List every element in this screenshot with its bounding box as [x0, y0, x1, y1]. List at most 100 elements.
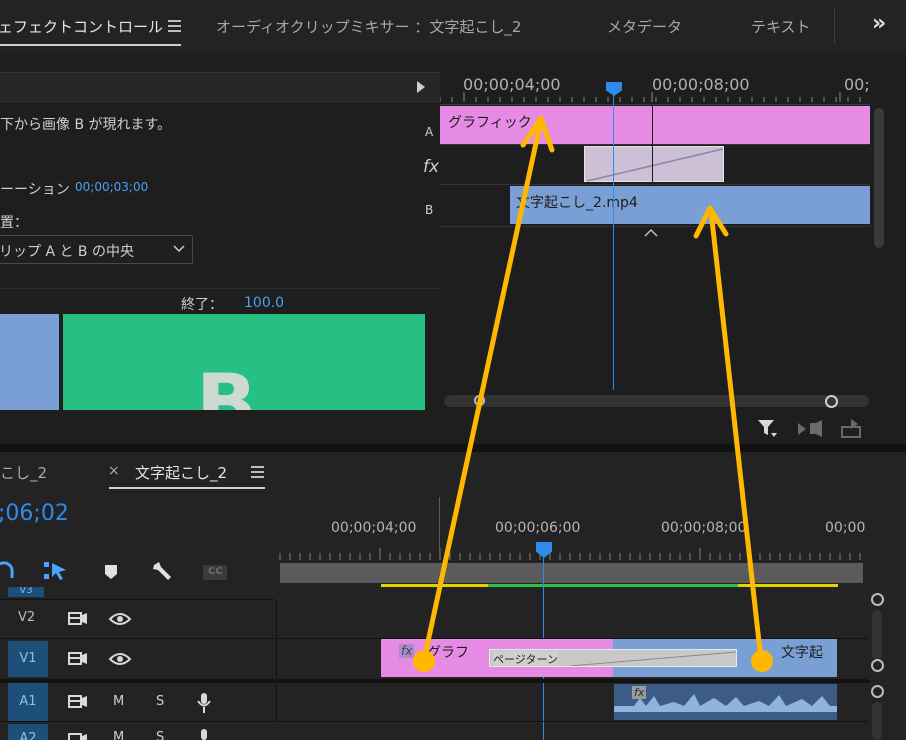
- duration-value[interactable]: 00;00;03;00: [75, 180, 148, 194]
- toggle-sync-lock-icon[interactable]: [68, 694, 88, 710]
- linked-selection-icon[interactable]: [43, 560, 69, 582]
- render-bar-yellow: [381, 584, 488, 587]
- ruler-ticks: [279, 548, 861, 560]
- expand-arrow-icon[interactable]: [417, 81, 425, 93]
- effect-controls-panel: 下から画像 B が現れます。 ーーション 00;00;03;00 置： リップ …: [0, 52, 906, 444]
- fx-label: fx: [423, 157, 440, 177]
- active-tab-underline: [109, 487, 265, 489]
- scroll-handle-right[interactable]: [825, 395, 838, 408]
- export-icon[interactable]: [840, 418, 864, 438]
- vertical-scrollbar[interactable]: [872, 702, 882, 740]
- play-audio-icon[interactable]: [797, 420, 823, 438]
- tab-audio-clip-mixer[interactable]: オーディオクリップミキサー ：文字起こし_2: [216, 16, 521, 37]
- track-v3-label[interactable]: V3: [8, 587, 44, 597]
- track-header-v3: V3: [0, 587, 274, 600]
- toggle-sync-lock-icon[interactable]: [68, 732, 88, 740]
- mini-clip-video-label: 文字起こし_2.mp4: [516, 195, 638, 211]
- more-panels-icon[interactable]: »: [872, 11, 886, 36]
- sequence-timecode[interactable]: ;06;02: [0, 501, 69, 526]
- track-a2-label[interactable]: A2: [8, 724, 48, 740]
- preview-clip-a: [0, 314, 59, 410]
- ruler-timecode: 00;00;06;00: [495, 520, 581, 536]
- render-bar-green: [488, 584, 738, 587]
- eye-icon[interactable]: [109, 652, 131, 666]
- audio-waveform: [614, 694, 837, 712]
- alignment-label: 置：: [0, 215, 28, 231]
- active-tab-underline: [0, 44, 181, 46]
- track-header-a2: A2 M S: [0, 724, 274, 740]
- track-b-label: B: [425, 203, 434, 217]
- solo-button[interactable]: S: [156, 730, 164, 740]
- render-bar-yellow: [738, 584, 838, 587]
- mini-edit-line: [652, 106, 653, 186]
- toggle-sync-lock-icon[interactable]: [68, 651, 88, 667]
- captions-icon-label: CC: [208, 566, 223, 577]
- top-tab-bar: ェフェクトコントロール オーディオクリップミキサー ：文字起こし_2 メタデータ…: [0, 0, 906, 52]
- toggle-sync-lock-icon[interactable]: [68, 611, 88, 627]
- mute-button[interactable]: M: [113, 730, 124, 740]
- snap-icon[interactable]: [0, 560, 16, 582]
- close-tab-icon[interactable]: ×: [108, 463, 120, 479]
- ruler-timecode: 00;00: [825, 520, 866, 536]
- transition-page-turn[interactable]: ページターン: [489, 649, 737, 667]
- end-label: 終了：: [181, 297, 223, 313]
- filter-icon[interactable]: [757, 418, 777, 438]
- track-v2-label[interactable]: V2: [18, 610, 35, 625]
- wrench-icon[interactable]: [150, 561, 174, 583]
- captions-icon[interactable]: CC: [203, 565, 227, 580]
- clip-graphic-label: グラフ: [427, 645, 469, 661]
- scroll-handle-left[interactable]: [474, 395, 485, 406]
- tab-effect-controls[interactable]: ェフェクトコントロール: [0, 16, 163, 37]
- tab-previous-sequence[interactable]: こし_2: [0, 462, 47, 483]
- alignment-dropdown-value: リップ A と B の中央: [0, 244, 134, 260]
- fx-badge-icon: fx: [632, 686, 647, 699]
- preview-letter: B: [196, 357, 257, 411]
- track-header-a1: A1 M S: [0, 683, 274, 722]
- chevron-up-icon[interactable]: [644, 228, 658, 237]
- panel-menu-icon[interactable]: [251, 466, 264, 478]
- mini-clip-video[interactable]: 文字起こし_2.mp4: [510, 186, 870, 224]
- panel-divider: [0, 444, 906, 452]
- eye-icon[interactable]: [109, 612, 131, 626]
- zoom-handle-icon[interactable]: [871, 685, 884, 698]
- panel-menu-icon[interactable]: [168, 20, 181, 32]
- zoom-handle-icon[interactable]: [871, 659, 884, 672]
- duration-label: ーーション: [0, 182, 70, 198]
- alignment-dropdown[interactable]: リップ A と B の中央: [0, 235, 193, 264]
- track-divider: [0, 680, 870, 683]
- fx-badge-icon: fx: [399, 644, 415, 658]
- mini-transition[interactable]: [584, 146, 724, 182]
- panel-header-strip: [0, 72, 440, 102]
- track-a1-label[interactable]: A1: [8, 683, 48, 721]
- ruler-timecode: 00;00;08;00: [661, 520, 747, 536]
- work-area-bar[interactable]: [280, 563, 863, 583]
- mini-horizontal-scrollbar[interactable]: [444, 395, 869, 407]
- mini-vertical-scrollbar[interactable]: [874, 108, 884, 248]
- mini-timeline: 00;00;04;00 00;00;08;00 00; グラフィック 文字起こし…: [440, 72, 906, 442]
- chevron-down-icon: [173, 245, 185, 253]
- ruler-timecode: 00;00;04;00: [331, 520, 417, 536]
- end-value[interactable]: 100.0: [244, 295, 284, 311]
- microphone-icon[interactable]: [197, 692, 211, 714]
- mini-clip-graphic-label: グラフィック: [448, 115, 532, 131]
- add-marker-icon[interactable]: [104, 564, 118, 580]
- microphone-icon[interactable]: [197, 728, 211, 740]
- tab-active-sequence[interactable]: 文字起こし_2: [135, 462, 227, 483]
- tab-text[interactable]: テキスト: [751, 16, 811, 37]
- timeline-panel: こし_2 × 文字起こし_2 ;06;02 00;00;04;00 00;00;…: [0, 452, 906, 740]
- preview-clip-b: B: [63, 314, 425, 410]
- track-header-v2: V2: [0, 600, 274, 639]
- vertical-scrollbar[interactable]: [872, 610, 882, 660]
- track-a-label: A: [425, 125, 434, 139]
- mini-playhead-line: [613, 94, 614, 390]
- tab-metadata[interactable]: メタデータ: [607, 16, 682, 37]
- mini-ruler-ticks: [440, 92, 861, 102]
- track-v1-label[interactable]: V1: [8, 641, 48, 677]
- zoom-handle-icon[interactable]: [871, 593, 884, 606]
- mini-clip-graphic[interactable]: グラフィック: [440, 106, 870, 144]
- clip-audio[interactable]: fx: [614, 684, 837, 720]
- mute-button[interactable]: M: [113, 694, 124, 709]
- clip-video-label: 文字起: [781, 645, 823, 661]
- transition-label: ページターン: [493, 651, 559, 666]
- solo-button[interactable]: S: [156, 694, 164, 709]
